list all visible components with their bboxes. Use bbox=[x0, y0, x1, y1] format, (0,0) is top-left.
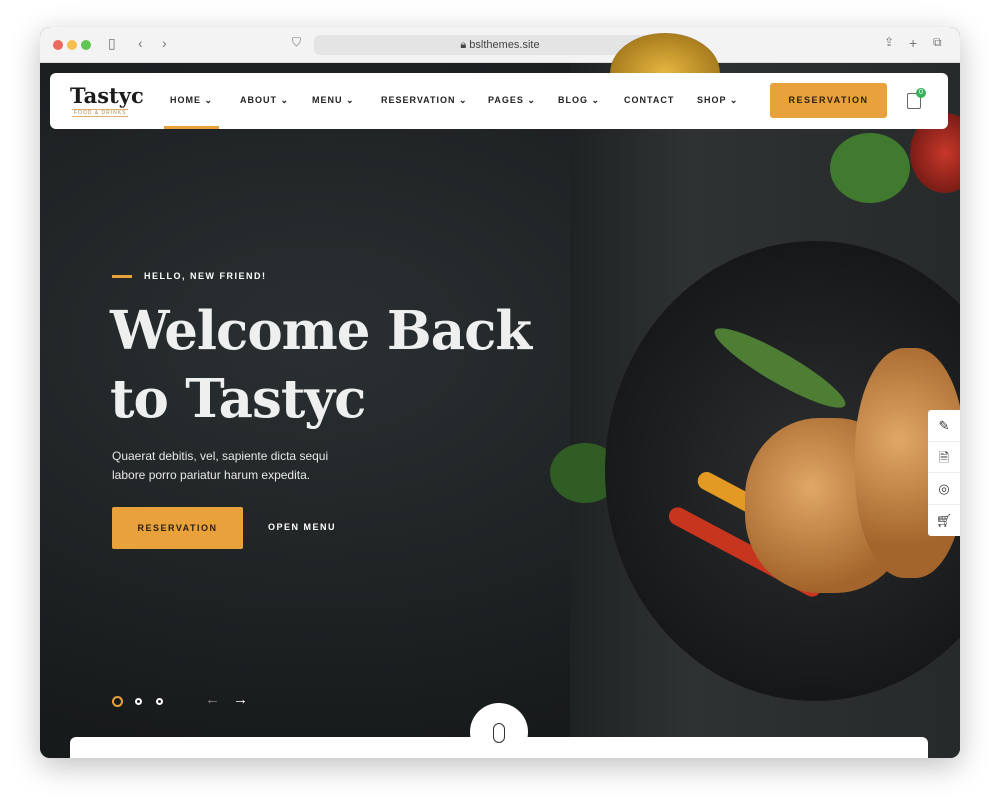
hero-description: Quaerat debitis, vel, sapiente dicta seq… bbox=[112, 449, 329, 482]
scroll-down-button[interactable] bbox=[470, 703, 528, 758]
browser-window: ▯ ‹ › ⛉ 🔒︎ bslthemes.site ⇪ + ⧉ Tastyc F… bbox=[40, 27, 960, 758]
hero-section: Tastyc FOOD & DRINKS HOME ⌄ ABOUT ⌄ MENU… bbox=[40, 33, 960, 758]
nav-blog[interactable]: BLOG ⌄ bbox=[558, 95, 600, 106]
tabs-overview-icon[interactable]: ⧉ bbox=[933, 35, 942, 50]
cart-icon[interactable]: 🛒︎ bbox=[928, 505, 960, 537]
shield-icon[interactable]: ⛉ bbox=[292, 35, 301, 50]
slide-dot-2[interactable] bbox=[135, 698, 142, 705]
nav-home[interactable]: HOME ⌄ bbox=[170, 95, 213, 106]
hero-eyebrow: HELLO, NEW FRIEND! bbox=[144, 271, 267, 281]
hero-title: Welcome Back to Tastyc bbox=[110, 300, 532, 430]
side-panel: ✎ 🗎︎ ◎ 🛒︎ bbox=[928, 410, 960, 536]
lock-icon: 🔒︎ bbox=[460, 39, 470, 51]
url-text: bslthemes.site bbox=[469, 39, 540, 51]
next-slide-arrow-icon[interactable]: → bbox=[233, 691, 248, 708]
prev-slide-arrow-icon[interactable]: ← bbox=[205, 691, 220, 708]
back-icon[interactable]: ‹ bbox=[138, 35, 143, 51]
browser-toolbar: ▯ ‹ › ⛉ 🔒︎ bslthemes.site ⇪ + ⧉ bbox=[40, 27, 960, 63]
active-nav-indicator bbox=[164, 126, 219, 129]
maximize-window-button[interactable] bbox=[81, 40, 91, 50]
eyebrow-line bbox=[112, 275, 132, 278]
nav-menu[interactable]: MENU ⌄ bbox=[312, 95, 355, 106]
cart-count-badge: 0 bbox=[916, 88, 926, 98]
doc-file-icon[interactable]: 🗎︎ bbox=[928, 442, 960, 473]
logo[interactable]: Tastyc bbox=[70, 83, 144, 108]
forward-icon[interactable]: › bbox=[162, 35, 167, 51]
main-navbar: Tastyc FOOD & DRINKS HOME ⌄ ABOUT ⌄ MENU… bbox=[50, 73, 948, 129]
open-menu-link[interactable]: OPEN MENU bbox=[268, 522, 336, 532]
nav-shop[interactable]: SHOP ⌄ bbox=[697, 95, 738, 106]
minimize-window-button[interactable] bbox=[67, 40, 77, 50]
nav-about[interactable]: ABOUT ⌄ bbox=[240, 95, 289, 106]
edit-document-icon[interactable]: ✎ bbox=[928, 410, 960, 442]
nav-reservation[interactable]: RESERVATION ⌄ bbox=[381, 95, 468, 106]
nav-reservation-button[interactable]: RESERVATION bbox=[770, 83, 887, 118]
slide-dot-3[interactable] bbox=[156, 698, 163, 705]
mouse-icon bbox=[493, 723, 505, 743]
lifebuoy-icon[interactable]: ◎ bbox=[928, 473, 960, 505]
share-icon[interactable]: ⇪ bbox=[884, 35, 894, 49]
slide-dot-1[interactable] bbox=[112, 696, 123, 707]
new-tab-icon[interactable]: + bbox=[909, 35, 917, 51]
close-window-button[interactable] bbox=[53, 40, 63, 50]
hero-reservation-button[interactable]: RESERVATION bbox=[112, 507, 243, 549]
sidebar-icon[interactable]: ▯ bbox=[108, 35, 116, 52]
nav-pages[interactable]: PAGES ⌄ bbox=[488, 95, 536, 106]
logo-tagline: FOOD & DRINKS bbox=[72, 109, 129, 117]
nav-contact[interactable]: CONTACT bbox=[624, 95, 674, 105]
